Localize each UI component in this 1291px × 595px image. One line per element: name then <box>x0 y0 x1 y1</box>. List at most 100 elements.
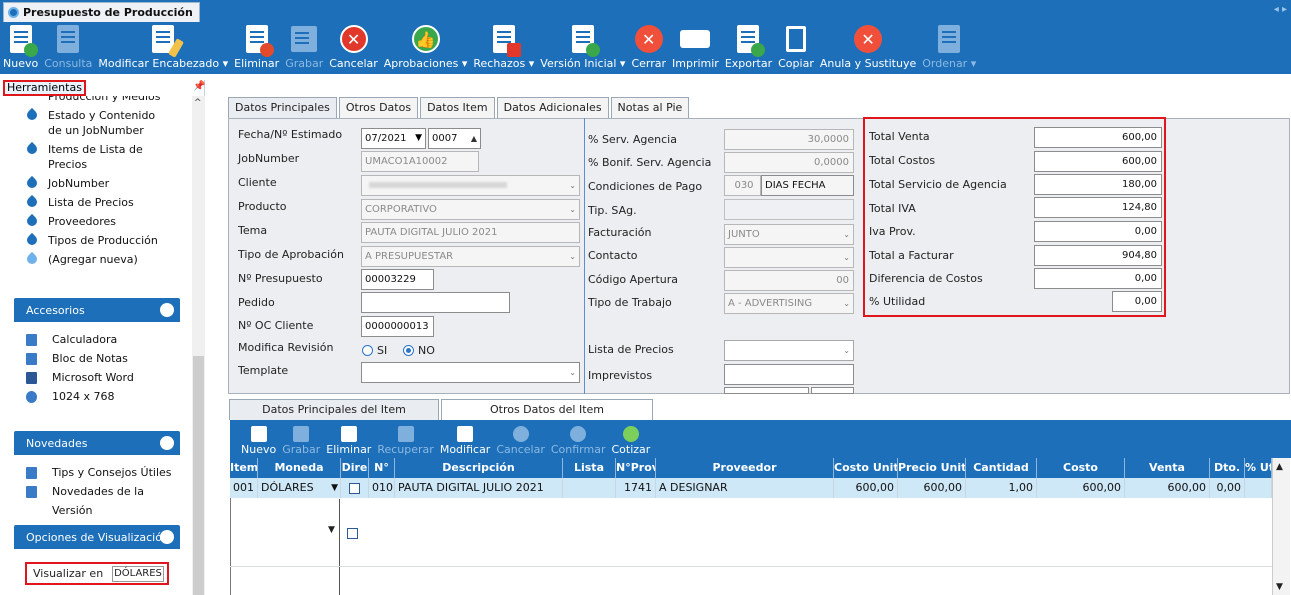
col-costo[interactable]: Costo <box>1037 458 1125 478</box>
col-moneda[interactable]: Moneda <box>258 458 341 478</box>
extra-field-left[interactable] <box>724 387 809 394</box>
contacto-select[interactable]: ⌄ <box>724 247 854 268</box>
col-descripcion[interactable]: Descripción <box>395 458 563 478</box>
modifica-revision-label: Modifica Revisión <box>238 341 334 354</box>
accesorio-item[interactable]: Microsoft Word <box>14 368 180 387</box>
tool-item[interactable]: JobNumber <box>0 175 190 191</box>
item-recuperar-button[interactable]: Recuperar <box>374 426 436 458</box>
col-venta[interactable]: Venta <box>1125 458 1210 478</box>
novedad-item[interactable]: Tips y Consejos Útiles <box>14 463 180 482</box>
collapse-icon[interactable] <box>160 303 174 317</box>
dropdown-arrow-icon[interactable]: ▼ <box>328 525 335 535</box>
template-select[interactable]: ⌄ <box>361 362 580 383</box>
opciones-header[interactable]: Opciones de Visualización <box>14 525 180 549</box>
sidebar-scroll-thumb[interactable] <box>193 356 204 595</box>
col-precio-unit[interactable]: Precio Unit. <box>898 458 966 478</box>
dire-checkbox[interactable] <box>349 482 360 494</box>
extra-field-right[interactable] <box>811 387 854 394</box>
tab-otros-datos[interactable]: Otros Datos <box>338 97 419 119</box>
tool-item[interactable]: Items de Lista de Precios <box>0 141 190 172</box>
copiar-button[interactable]: Copiar <box>775 22 817 74</box>
lista-precios-select[interactable]: ⌄ <box>724 340 854 361</box>
col-utilidad[interactable]: % Ut <box>1245 458 1272 478</box>
imprimir-button[interactable]: Imprimir <box>669 22 722 74</box>
tab-datos-principales-item[interactable]: Datos Principales del Item <box>229 399 439 420</box>
item-cancelar-button[interactable]: Cancelar <box>493 426 548 458</box>
pedido-field[interactable] <box>361 292 510 313</box>
novedades-header[interactable]: Novedades <box>14 431 180 455</box>
collapse-icon[interactable] <box>160 530 174 544</box>
rechazos-button[interactable]: Rechazos ▾ <box>470 22 537 74</box>
accesorio-item[interactable]: Bloc de Notas <box>14 349 180 368</box>
tool-item[interactable]: Proveedores <box>0 213 190 229</box>
num-presupuesto-field[interactable]: 00003229 <box>361 269 434 290</box>
visualizar-en-select[interactable]: DÓLARES <box>112 566 164 582</box>
tab-datos-principales[interactable]: Datos Principales <box>228 97 337 119</box>
grabar-button[interactable]: Grabar <box>282 22 326 74</box>
dire-checkbox[interactable] <box>347 526 358 539</box>
accesorio-item[interactable]: Calculadora <box>14 330 180 349</box>
radio-si[interactable] <box>362 345 373 356</box>
item-cotizar-button[interactable]: Cotizar <box>608 426 653 458</box>
cell-dire[interactable] <box>341 478 369 498</box>
fecha-select[interactable]: 07/2021 ▼ <box>361 128 426 149</box>
col-dire[interactable]: Dire <box>341 458 369 478</box>
item-nuevo-button[interactable]: Nuevo <box>238 426 279 458</box>
col-item[interactable]: Item <box>230 458 258 478</box>
scroll-up-icon[interactable]: ^ <box>194 98 202 108</box>
estimado-stepper[interactable]: 0007 ▲ <box>428 128 481 149</box>
tool-item[interactable]: Estado y Contenido de un JobNumber <box>0 107 190 138</box>
item-eliminar-button[interactable]: Eliminar <box>323 426 374 458</box>
col-cantidad[interactable]: Cantidad <box>966 458 1037 478</box>
tab-datos-item[interactable]: Datos Item <box>420 97 495 119</box>
collapse-icon[interactable] <box>160 436 174 450</box>
table-row[interactable]: 001 DÓLARES ▼ 010 PAUTA DIGITAL JULIO 202… <box>230 478 1272 498</box>
exportar-button[interactable]: Exportar <box>722 22 775 74</box>
aprobaciones-button[interactable]: 👍 Aprobaciones ▾ <box>381 22 471 74</box>
col-dto[interactable]: Dto. <box>1210 458 1245 478</box>
tool-item[interactable]: Lista de Precios <box>0 194 190 210</box>
facturacion-select[interactable]: JUNTO ⌄ <box>724 224 854 245</box>
col-numero[interactable]: N° <box>369 458 395 478</box>
tool-item[interactable]: Tipos de Producción <box>0 232 190 248</box>
cerrar-button[interactable]: ✕ Cerrar <box>628 22 669 74</box>
ordenar-button[interactable]: Ordenar ▾ <box>919 22 979 74</box>
tab-otros-datos-item[interactable]: Otros Datos del Item <box>441 399 653 420</box>
tipo-aprobacion-select[interactable]: A PRESUPUESTAR ⌄ <box>361 246 580 267</box>
tipo-trabajo-select[interactable]: A - ADVERTISING ⌄ <box>724 293 854 314</box>
eliminar-button[interactable]: Eliminar <box>231 22 282 74</box>
nuevo-button[interactable]: Nuevo <box>0 22 41 74</box>
accesorios-header[interactable]: Accesorios <box>14 298 180 322</box>
modificar-encabezado-button[interactable]: Modificar Encabezado ▾ <box>95 22 231 74</box>
item-confirmar-button[interactable]: Confirmar <box>548 426 609 458</box>
item-grabar-button[interactable]: Grabar <box>279 426 323 458</box>
tab-notas-al-pie[interactable]: Notas al Pie <box>610 97 690 119</box>
tool-item[interactable]: (Agregar nueva) <box>0 251 190 267</box>
tool-item[interactable]: Producción y Medios <box>0 96 190 104</box>
imprevistos-field[interactable] <box>724 364 854 385</box>
document-tab[interactable]: Presupuesto de Producción <box>3 2 200 22</box>
radio-no[interactable] <box>403 345 414 356</box>
cancelar-button[interactable]: ✕ Cancelar <box>326 22 381 74</box>
producto-select[interactable]: CORPORATIVO ⌄ <box>361 199 580 220</box>
oc-cliente-field[interactable]: 0000000013 <box>361 316 434 337</box>
novedad-item[interactable]: Novedades de la Versión <box>14 482 180 520</box>
grid-scrollbar[interactable] <box>1272 458 1290 595</box>
anula-sustituye-button[interactable]: ✕ Anula y Sustituye <box>817 22 919 74</box>
pin-icon[interactable]: 📌 <box>193 81 205 92</box>
restore-icon[interactable]: ◂ ▸ <box>1274 4 1287 15</box>
version-inicial-button[interactable]: Versión Inicial ▾ <box>537 22 628 74</box>
col-costo-unit[interactable]: Costo Unit. <box>834 458 898 478</box>
spin-icon[interactable]: ▲ <box>471 129 477 148</box>
accesorio-item[interactable]: 1024 x 768 <box>14 387 180 406</box>
consulta-button[interactable]: Consulta <box>41 22 95 74</box>
col-lista[interactable]: Lista <box>563 458 616 478</box>
col-nprov[interactable]: N°Prov <box>616 458 656 478</box>
col-proveedor[interactable]: Proveedor <box>656 458 834 478</box>
cliente-select[interactable]: ⌄ <box>361 175 580 196</box>
scroll-up-icon[interactable]: ▲ <box>1276 462 1283 472</box>
tab-datos-adicionales[interactable]: Datos Adicionales <box>496 97 609 119</box>
cell-moneda[interactable]: DÓLARES ▼ <box>258 478 341 498</box>
item-modificar-button[interactable]: Modificar <box>437 426 494 458</box>
scroll-down-icon[interactable]: ▼ <box>1276 582 1283 592</box>
